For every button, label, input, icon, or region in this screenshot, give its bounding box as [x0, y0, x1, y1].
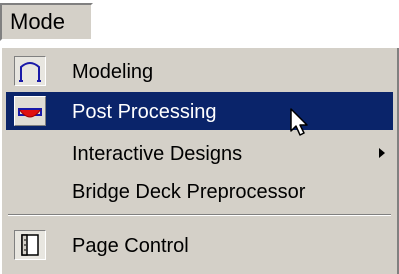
- menu-item-label: Bridge Deck Preprocessor: [72, 181, 306, 203]
- menu-separator: [8, 214, 391, 216]
- menu-item-bridge-deck-preprocessor[interactable]: Bridge Deck Preprocessor: [6, 172, 393, 210]
- mode-menu-label: Mode: [10, 9, 66, 34]
- menu-item-post-processing[interactable]: Post Processing: [6, 92, 393, 130]
- menu-item-label: Interactive Designs: [72, 143, 243, 165]
- menu-item-label: Post Processing: [72, 101, 217, 123]
- modeling-icon: [14, 56, 46, 86]
- menu-bar: Mode: [0, 0, 399, 46]
- mode-dropdown-menu: Modeling Post Processing Interactive Des…: [0, 46, 399, 274]
- menu-item-modeling[interactable]: Modeling: [6, 52, 393, 90]
- mode-menu-button[interactable]: Mode: [0, 3, 93, 41]
- menu-item-label: Modeling: [72, 61, 154, 83]
- menu-item-label: Page Control: [72, 235, 189, 257]
- menu-item-interactive-designs[interactable]: Interactive Designs: [6, 134, 393, 172]
- menu-item-page-control[interactable]: Page Control: [6, 226, 393, 264]
- submenu-arrow-icon: [379, 148, 385, 158]
- page-control-icon: [14, 230, 46, 260]
- mouse-cursor-icon: [290, 108, 308, 136]
- post-processing-icon: [14, 96, 46, 126]
